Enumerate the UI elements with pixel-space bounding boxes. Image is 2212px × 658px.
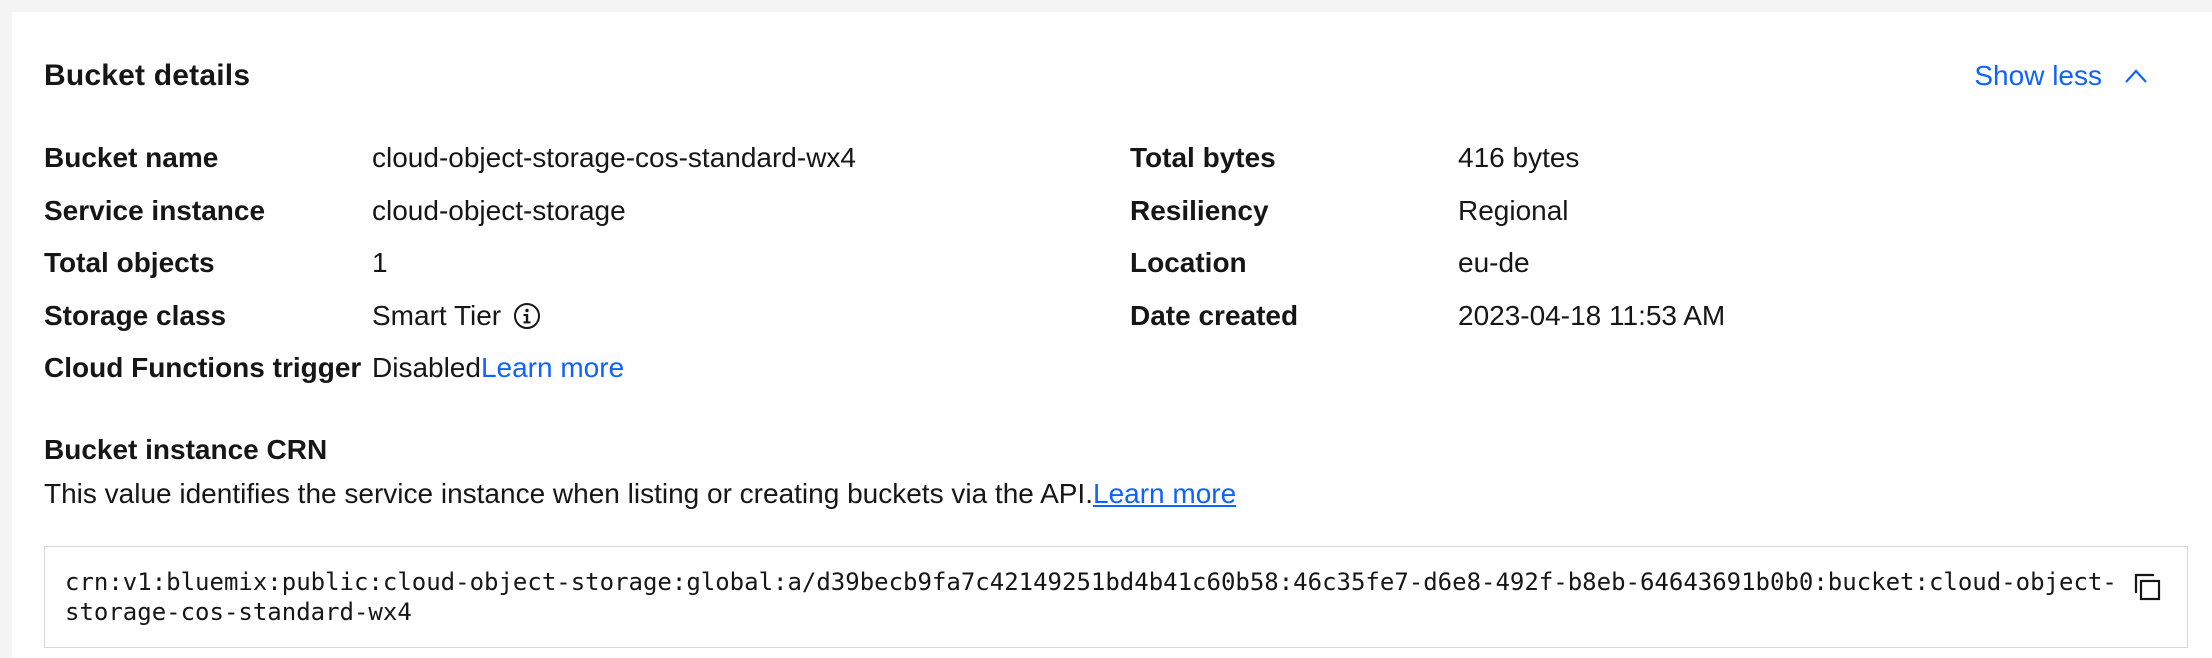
detail-value: Smart Tier — [372, 299, 502, 331]
detail-label: Service instance — [44, 194, 266, 226]
detail-label: Resiliency — [1130, 194, 1269, 226]
details-left-column: Bucket name cloud-object-storage-cos-sta… — [44, 132, 856, 395]
detail-row-date-created: Date created 2023-04-18 11:53 AM — [1130, 290, 1725, 343]
detail-value: cloud-object-storage-cos-standard-wx4 — [372, 142, 856, 174]
detail-value: cloud-object-storage — [372, 194, 626, 226]
crn-title: Bucket instance CRN — [44, 434, 328, 465]
detail-value-wrapper: Disabled Learn more — [372, 352, 624, 384]
detail-value-wrapper: Smart Tier — [372, 300, 541, 332]
panel-title: Bucket details — [44, 59, 251, 92]
panel-header: Bucket details — [44, 56, 250, 96]
copy-icon[interactable] — [2129, 569, 2165, 605]
show-less-label[interactable]: Show less — [1974, 60, 2102, 92]
crn-description: This value identifies the service instan… — [44, 474, 2204, 514]
detail-row-service-instance: Service instance cloud-object-storage — [44, 185, 856, 238]
detail-value: Disabled — [372, 352, 481, 384]
crn-value[interactable]: crn:v1:bluemix:public:cloud-object-stora… — [65, 567, 2125, 627]
detail-row-cloud-functions-trigger: Cloud Functions trigger Disabled Learn m… — [44, 342, 856, 395]
detail-value: Regional — [1458, 194, 1569, 226]
detail-row-total-bytes: Total bytes 416 bytes — [1130, 132, 1725, 185]
detail-label: Location — [1130, 247, 1247, 279]
detail-label: Date created — [1130, 299, 1299, 331]
detail-label: Total objects — [44, 247, 215, 279]
detail-row-location: Location eu-de — [1130, 237, 1725, 290]
chevron-up-icon[interactable] — [2124, 64, 2148, 88]
bucket-crn-section: Bucket instance CRN This value identifie… — [44, 430, 2204, 648]
details-right-column: Total bytes 416 bytes Resiliency Regiona… — [1130, 132, 1725, 342]
learn-more-link[interactable]: Learn more — [481, 352, 624, 384]
detail-label: Storage class — [44, 299, 227, 331]
detail-value: 416 bytes — [1458, 142, 1580, 174]
detail-row-storage-class: Storage class Smart Tier — [44, 290, 856, 343]
detail-label: Cloud Functions trigger — [44, 352, 362, 384]
detail-value: 2023-04-18 11:53 AM — [1458, 299, 1726, 331]
detail-label: Bucket name — [44, 142, 219, 174]
detail-value: 1 — [372, 247, 388, 279]
detail-row-resiliency: Resiliency Regional — [1130, 185, 1725, 238]
bucket-details-panel: Bucket details Show less Bucket name clo… — [12, 12, 2212, 658]
crn-learn-more-link[interactable]: Learn more — [1093, 478, 1236, 510]
detail-row-total-objects: Total objects 1 — [44, 237, 856, 290]
detail-value: eu-de — [1458, 247, 1530, 279]
detail-label: Total bytes — [1130, 142, 1276, 174]
crn-description-text: This value identifies the service instan… — [44, 478, 1093, 509]
show-less-toggle[interactable]: Show less — [1974, 56, 2148, 96]
detail-row-bucket-name: Bucket name cloud-object-storage-cos-sta… — [44, 132, 856, 185]
crn-code-snippet: crn:v1:bluemix:public:cloud-object-stora… — [44, 546, 2188, 648]
information-icon[interactable] — [513, 302, 541, 330]
